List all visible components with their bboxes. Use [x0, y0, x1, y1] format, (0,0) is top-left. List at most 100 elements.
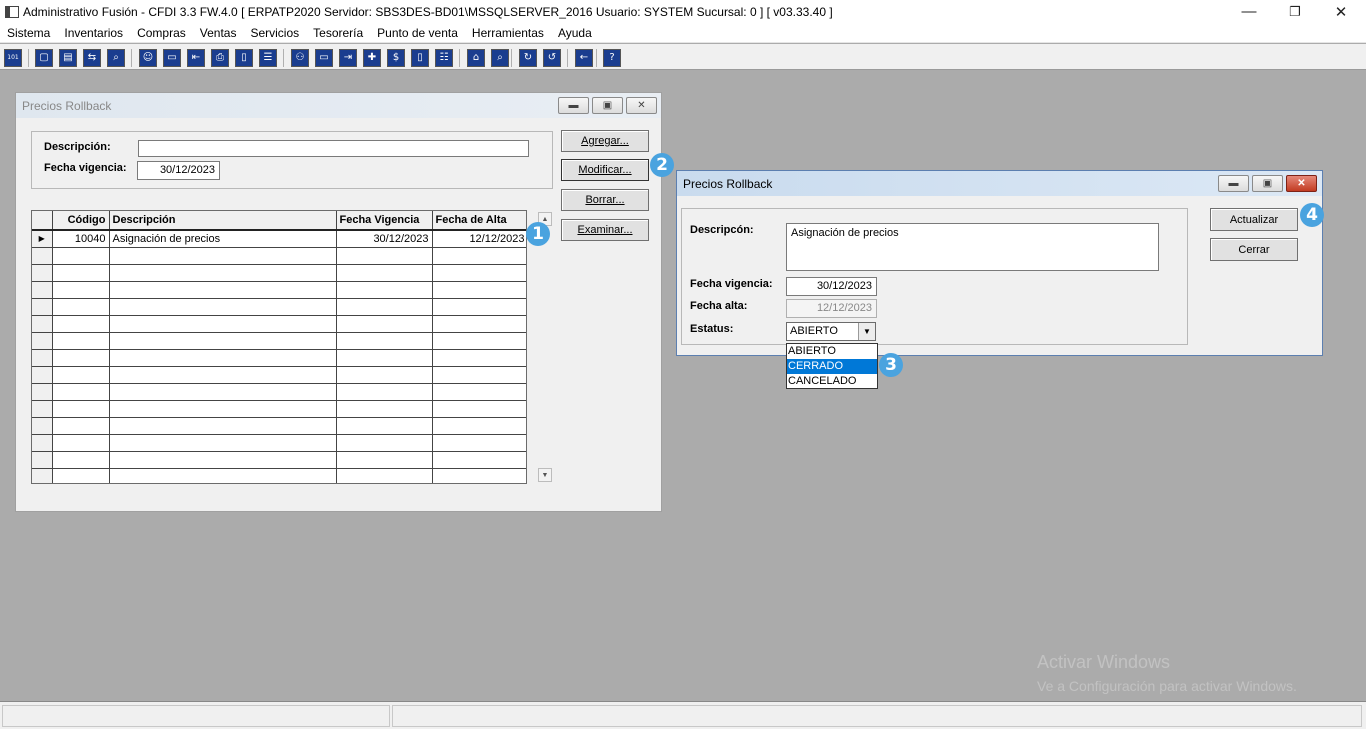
child-restore-button[interactable]: ▣ [1252, 175, 1283, 192]
menu-herramientas[interactable]: Herramientas [465, 26, 551, 40]
empty-cell[interactable] [109, 400, 337, 418]
examinar-button[interactable]: Examinar... [561, 219, 649, 241]
menu-punto-de-venta[interactable]: Punto de venta [370, 26, 465, 40]
agregar-button[interactable]: Agregar... [561, 130, 649, 152]
empty-cell[interactable] [432, 281, 526, 299]
empty-cell[interactable] [52, 264, 110, 282]
empty-cell[interactable] [109, 366, 337, 384]
empty-cell[interactable] [336, 400, 433, 418]
export-icon[interactable]: ⇥ [339, 49, 357, 67]
cell-codigo[interactable]: 10040 [52, 230, 110, 248]
transfer-icon[interactable]: ⇆ [83, 49, 101, 67]
empty-cell[interactable] [109, 417, 337, 435]
empty-table-row[interactable] [32, 281, 526, 299]
empty-cell[interactable] [52, 366, 110, 384]
empty-cell[interactable] [109, 468, 337, 483]
child-close-button[interactable]: ✕ [626, 97, 657, 114]
empty-cell[interactable] [432, 332, 526, 350]
empty-cell[interactable] [52, 468, 110, 483]
chevron-down-icon[interactable]: ▼ [858, 323, 875, 340]
empty-cell[interactable] [432, 417, 526, 435]
empty-cell[interactable] [109, 434, 337, 452]
empty-cell[interactable] [109, 383, 337, 401]
fecha-vigencia-input[interactable]: 30/12/2023 [137, 161, 220, 180]
search-doc-icon[interactable]: ⌕ [107, 49, 125, 67]
option-cancelado[interactable]: CANCELADO [787, 374, 877, 389]
empty-cell[interactable] [432, 383, 526, 401]
empty-cell[interactable] [432, 468, 526, 483]
menu-inventarios[interactable]: Inventarios [57, 26, 130, 40]
empty-cell[interactable] [336, 383, 433, 401]
empty-table-row[interactable] [32, 400, 526, 418]
empty-table-row[interactable] [32, 298, 526, 316]
empty-cell[interactable] [52, 315, 110, 333]
paste-icon[interactable]: ▤ [59, 49, 77, 67]
empty-table-row[interactable] [32, 366, 526, 384]
empty-cell[interactable] [52, 434, 110, 452]
empty-cell[interactable] [432, 264, 526, 282]
close-button[interactable]: ✕ [1318, 0, 1364, 23]
empty-cell[interactable] [336, 315, 433, 333]
empty-table-row[interactable] [32, 468, 526, 483]
report-icon[interactable]: ▯ [411, 49, 429, 67]
empty-cell[interactable] [336, 332, 433, 350]
menu-tesoreria[interactable]: Tesorería [306, 26, 370, 40]
help-icon[interactable]: ? [603, 49, 621, 67]
child-restore-button[interactable]: ▣ [592, 97, 623, 114]
empty-cell[interactable] [109, 315, 337, 333]
list-icon[interactable]: ☰ [259, 49, 277, 67]
empty-cell[interactable] [336, 264, 433, 282]
column-header-fecha-alta[interactable]: Fecha de Alta [432, 211, 526, 231]
empty-cell[interactable] [432, 451, 526, 469]
empty-cell[interactable] [432, 315, 526, 333]
printer-icon[interactable]: ⎙ [211, 49, 229, 67]
add-icon[interactable]: ✚ [363, 49, 381, 67]
empty-cell[interactable] [432, 400, 526, 418]
child-minimize-button[interactable]: ▬ [558, 97, 589, 114]
empty-cell[interactable] [52, 332, 110, 350]
empty-cell[interactable] [109, 281, 337, 299]
scroll-down-icon[interactable]: ▼ [538, 468, 552, 482]
empty-cell[interactable] [336, 417, 433, 435]
estatus-select[interactable]: ABIERTO ▼ [786, 322, 876, 341]
column-header-fecha-vigencia[interactable]: Fecha Vigencia [336, 211, 433, 231]
empty-cell[interactable] [336, 247, 433, 265]
empty-table-row[interactable] [32, 315, 526, 333]
empty-cell[interactable] [52, 349, 110, 367]
ledger-icon[interactable]: 101 [4, 49, 22, 67]
child-minimize-button[interactable]: ▬ [1218, 175, 1249, 192]
option-cerrado[interactable]: CERRADO [787, 359, 877, 374]
descripcion-input[interactable] [138, 140, 529, 157]
empty-cell[interactable] [52, 281, 110, 299]
empty-table-row[interactable] [32, 451, 526, 469]
zoom-icon[interactable]: ⌕ [491, 49, 509, 67]
empty-cell[interactable] [336, 366, 433, 384]
empty-table-row[interactable] [32, 383, 526, 401]
maximize-button[interactable]: ❐ [1272, 0, 1318, 23]
empty-table-row[interactable] [32, 332, 526, 350]
empty-cell[interactable] [52, 298, 110, 316]
minimize-button[interactable]: — [1226, 0, 1272, 23]
cell-descripcion[interactable]: Asignación de precios [109, 230, 337, 248]
undo-icon[interactable]: ↺ [543, 49, 561, 67]
empty-cell[interactable] [432, 298, 526, 316]
column-header-descripcion[interactable]: Descripción [109, 211, 337, 231]
empty-table-row[interactable] [32, 434, 526, 452]
user-icon[interactable]: ☺ [139, 49, 157, 67]
menu-compras[interactable]: Compras [130, 26, 193, 40]
binoculars-icon[interactable]: ⚇ [291, 49, 309, 67]
option-abierto[interactable]: ABIERTO [787, 344, 877, 359]
empty-cell[interactable] [432, 434, 526, 452]
empty-cell[interactable] [109, 298, 337, 316]
empty-cell[interactable] [52, 400, 110, 418]
column-header-codigo[interactable]: Código [52, 211, 110, 231]
empty-cell[interactable] [52, 383, 110, 401]
empty-table-row[interactable] [32, 349, 526, 367]
money-icon[interactable]: $ [387, 49, 405, 67]
folder-icon[interactable]: ▭ [163, 49, 181, 67]
grid-vertical-scrollbar[interactable]: ▲ ▼ [537, 210, 553, 484]
window-icon[interactable]: ▭ [315, 49, 333, 67]
empty-cell[interactable] [432, 349, 526, 367]
empty-cell[interactable] [336, 451, 433, 469]
empty-cell[interactable] [336, 434, 433, 452]
